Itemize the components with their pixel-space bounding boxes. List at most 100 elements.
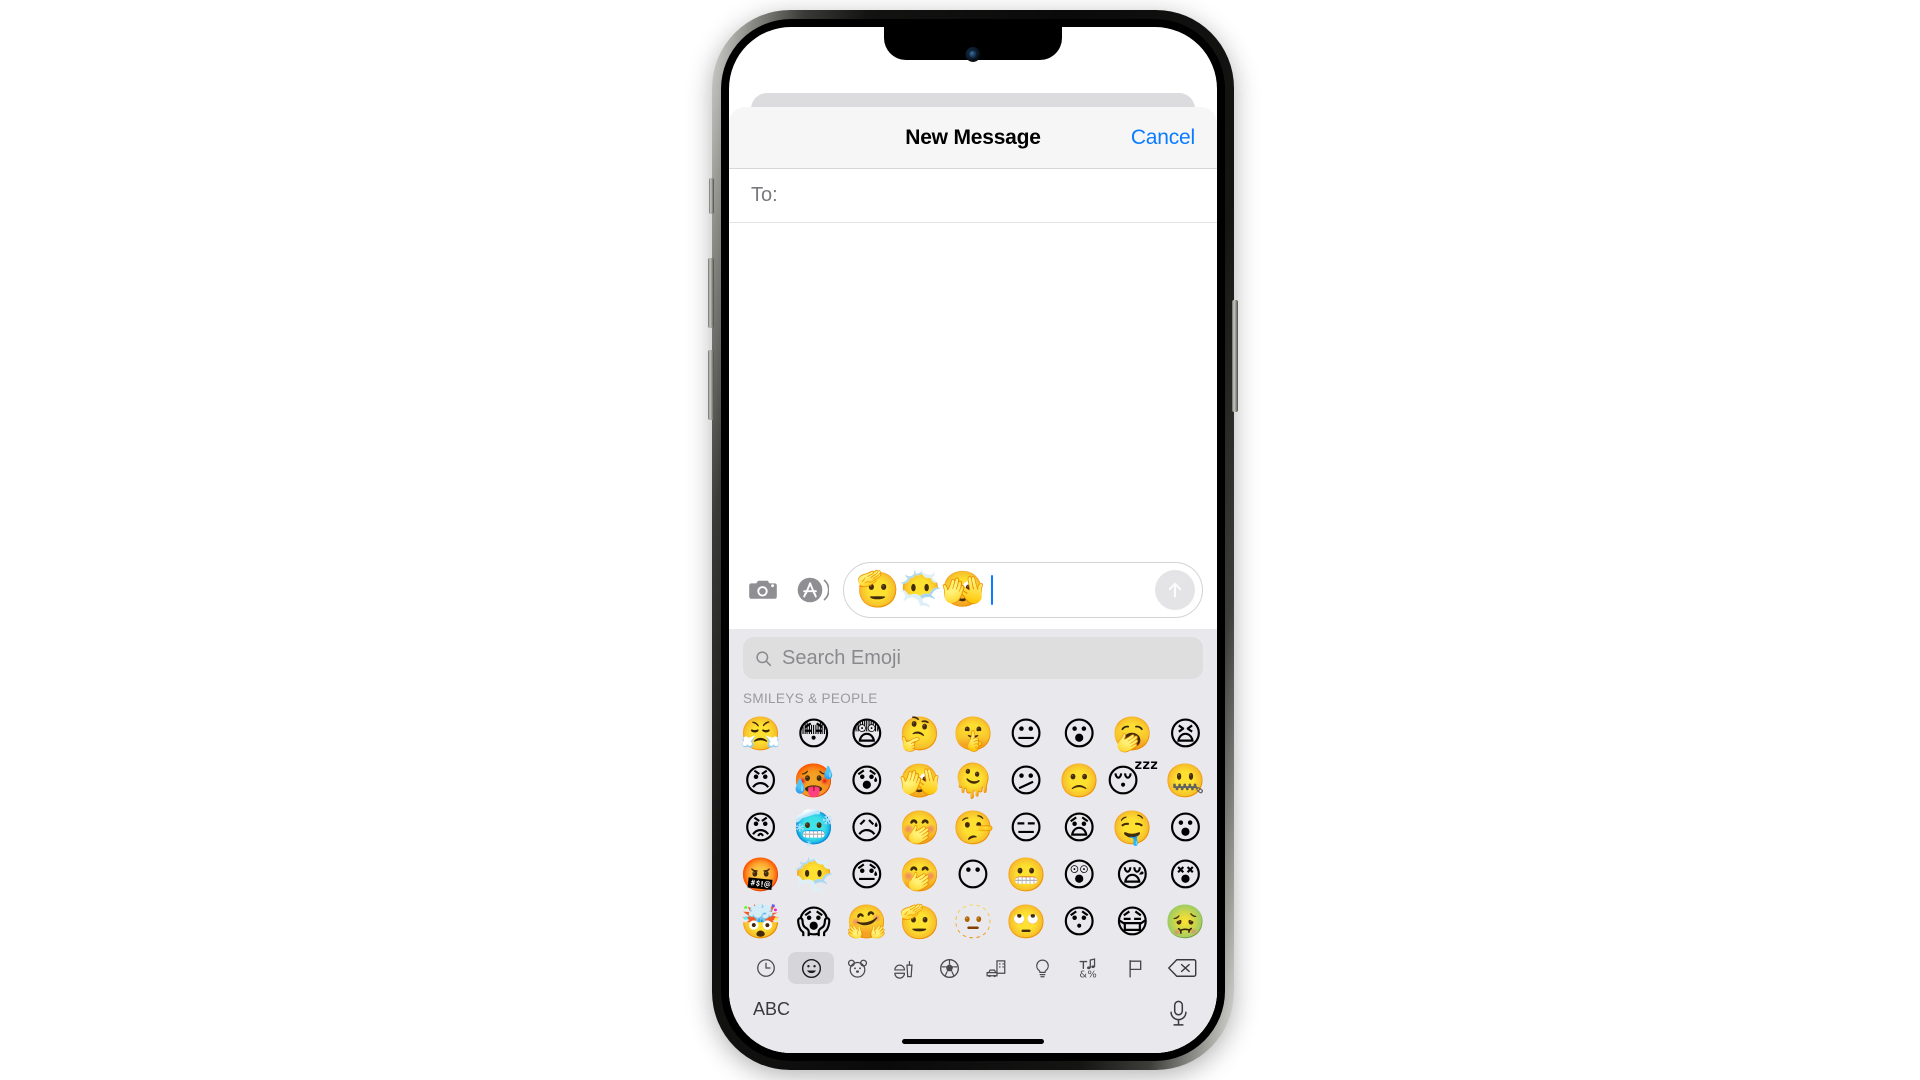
svg-text:%: %	[1088, 970, 1097, 980]
abc-key[interactable]: ABC	[753, 999, 790, 1020]
emoji-cell[interactable]: 🙁	[1053, 757, 1106, 804]
lightbulb-icon	[1036, 958, 1049, 977]
send-button[interactable]	[1155, 570, 1195, 610]
emoji-cell[interactable]: 🤗	[840, 898, 893, 945]
emoji-cell[interactable]: 🤤	[1106, 804, 1159, 851]
message-input[interactable]: 🫡😶‍🌫️🫣	[843, 562, 1203, 618]
volume-up-button[interactable]	[708, 258, 714, 328]
recipient-field-row[interactable]: To:	[729, 169, 1217, 223]
emoji-cell[interactable]: 😫	[1159, 710, 1212, 757]
emoji-cell[interactable]: 😮	[1159, 804, 1212, 851]
screenshot-canvas: 12:34 5G New Mess	[0, 0, 1920, 1080]
silent-switch-button[interactable]	[709, 178, 714, 214]
emoji-cell[interactable]: 🫠	[946, 757, 999, 804]
emoji-grid[interactable]: 😤 😳 😨 🤔 🤫 😐 😮 🥱 😫 😠 🥵 😰 🫣 🫠 😕 🙁 😴 🤐 😡 🥶 😥 🤭 🤥 😑 😧 🤤 😮 🤬 😶‍🌫️ 😓 🤭 😶 😬 😲 😪 😵 🤯…	[729, 710, 1217, 945]
emoji-cell[interactable]: 😰	[840, 757, 893, 804]
symbols-icon: & %	[1080, 958, 1097, 980]
emoji-category-objects[interactable]	[1019, 952, 1065, 984]
svg-text:&: &	[1080, 970, 1088, 980]
emoji-cell[interactable]: 😬	[1000, 851, 1053, 898]
emoji-cell[interactable]: 🤐	[1159, 757, 1212, 804]
navigation-bar: New Message Cancel	[729, 107, 1217, 169]
cellular-signal-icon	[1100, 54, 1121, 69]
emoji-category-smileys[interactable]	[788, 952, 835, 984]
volume-down-button[interactable]	[708, 350, 714, 420]
emoji-cell[interactable]: 🤯	[734, 898, 787, 945]
emoji-cell[interactable]: 😯	[1053, 898, 1106, 945]
emoji-cell[interactable]: 😨	[840, 710, 893, 757]
battery-icon	[1156, 55, 1187, 69]
network-type-label: 5G	[1127, 53, 1149, 70]
emoji-cell[interactable]: 😐	[1000, 710, 1053, 757]
emoji-category-bar: & %	[729, 945, 1217, 991]
clock-icon	[756, 959, 775, 977]
emoji-cell[interactable]: 🙄	[1000, 898, 1053, 945]
emoji-cell[interactable]: 😥	[840, 804, 893, 851]
text-caret	[990, 575, 994, 605]
emoji-cell[interactable]: 🫥	[946, 898, 999, 945]
page-title: New Message	[905, 125, 1041, 149]
emoji-category-activity[interactable]	[927, 952, 973, 984]
phone-screen: 12:34 5G New Mess	[729, 27, 1217, 1053]
home-indicator[interactable]	[902, 1039, 1044, 1044]
emoji-cell[interactable]: 😓	[840, 851, 893, 898]
emoji-cell[interactable]: 😶	[946, 851, 999, 898]
front-camera-icon	[965, 47, 981, 62]
dictation-button[interactable]	[1166, 999, 1191, 1034]
emoji-cell[interactable]: 🥱	[1106, 710, 1159, 757]
emoji-cell[interactable]: 😑	[1000, 804, 1053, 851]
status-clock: 12:34	[769, 50, 822, 73]
status-time-group: 12:34	[769, 51, 845, 74]
keyboard-bottom-bar: ABC	[729, 991, 1217, 1053]
emoji-cell[interactable]: 😴	[1106, 757, 1159, 804]
delete-backward-icon	[1168, 959, 1197, 977]
emoji-cell[interactable]: 😤	[734, 710, 787, 757]
emoji-cell[interactable]: 😱	[787, 898, 840, 945]
location-arrow-icon	[830, 55, 844, 70]
cancel-button[interactable]: Cancel	[1131, 126, 1195, 150]
flag-icon	[1129, 959, 1142, 978]
app-store-icon[interactable]	[795, 573, 829, 607]
emoji-cell[interactable]: 🫣	[893, 757, 946, 804]
emoji-cell[interactable]: 😵	[1159, 851, 1212, 898]
smiley-icon	[801, 958, 821, 978]
emoji-cell[interactable]: 😡	[734, 804, 787, 851]
emoji-search-row: Search Emoji	[729, 629, 1217, 683]
emoji-cell[interactable]: 🤔	[893, 710, 946, 757]
emoji-cell[interactable]: 🥵	[787, 757, 840, 804]
search-icon	[756, 650, 772, 666]
status-indicators: 5G	[1100, 53, 1187, 71]
compose-bar: 🫡😶‍🌫️🫣	[729, 551, 1217, 629]
emoji-cell[interactable]: 😕	[1000, 757, 1053, 804]
burger-drink-icon	[894, 960, 913, 979]
emoji-cell[interactable]: 😪	[1106, 851, 1159, 898]
send-arrow-up-icon	[1168, 582, 1182, 598]
search-emoji-input[interactable]: Search Emoji	[743, 637, 1203, 679]
emoji-cell[interactable]: 🤥	[946, 804, 999, 851]
emoji-cell[interactable]: 😠	[734, 757, 787, 804]
power-button[interactable]	[1232, 300, 1238, 412]
emoji-cell[interactable]: 🥶	[787, 804, 840, 851]
emoji-cell[interactable]: 🤢	[1159, 898, 1212, 945]
emoji-category-animals[interactable]	[834, 952, 880, 984]
emoji-category-food[interactable]	[881, 952, 927, 984]
emoji-cell[interactable]: 😲	[1053, 851, 1106, 898]
emoji-cell[interactable]: 😧	[1053, 804, 1106, 851]
emoji-cell[interactable]: 🤬	[734, 851, 787, 898]
bear-icon	[848, 959, 868, 978]
emoji-category-symbols[interactable]: & %	[1066, 952, 1113, 984]
camera-icon[interactable]	[747, 573, 781, 607]
emoji-cell[interactable]: 😳	[787, 710, 840, 757]
delete-backward-button[interactable]	[1159, 956, 1205, 980]
emoji-cell[interactable]: 🤫	[946, 710, 999, 757]
to-label: To:	[751, 184, 778, 206]
emoji-cell[interactable]: 😶‍🌫️	[787, 851, 840, 898]
emoji-category-recent[interactable]	[743, 952, 788, 984]
emoji-cell[interactable]: 🤭	[893, 804, 946, 851]
emoji-cell[interactable]: 🤭	[893, 851, 946, 898]
emoji-category-flags[interactable]	[1113, 952, 1159, 984]
emoji-cell[interactable]: 🫡	[893, 898, 946, 945]
emoji-cell[interactable]: 😮	[1053, 710, 1106, 757]
emoji-category-travel[interactable]	[973, 952, 1019, 984]
emoji-cell[interactable]: 😷	[1106, 898, 1159, 945]
